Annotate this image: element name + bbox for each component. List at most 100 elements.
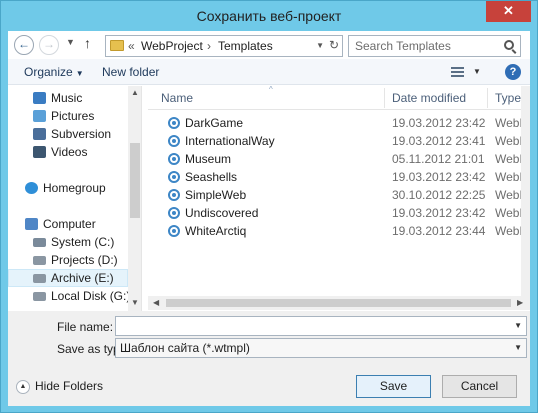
file-row[interactable]: WhiteArctiq 19.03.2012 23:44 WebProje — [148, 222, 530, 240]
column-header-date[interactable]: Date modified — [392, 91, 466, 105]
search-input[interactable] — [355, 38, 495, 54]
file-list-horizontal-scrollbar[interactable]: ◀ ▶ — [148, 296, 530, 310]
scroll-left-icon[interactable]: ◀ — [153, 298, 159, 307]
hide-folders-button[interactable]: ▲ Hide Folders — [16, 379, 103, 394]
file-date: 19.03.2012 23:42 — [392, 116, 486, 130]
file-name: DarkGame — [185, 116, 244, 130]
column-divider[interactable] — [487, 88, 488, 108]
sidebar-item-label: Local Disk (G:) — [51, 289, 131, 303]
sidebar-item-label: Music — [51, 91, 83, 105]
file-list-vertical-scrollbar[interactable] — [521, 86, 530, 296]
file-date: 05.11.2012 21:01 — [392, 152, 485, 166]
address-history-icon[interactable]: ▼ — [316, 41, 324, 50]
sidebar-item-local-disk-g[interactable]: Local Disk (G:) — [8, 287, 131, 305]
sidebar-item-music[interactable]: Music — [8, 89, 128, 107]
column-header-type[interactable]: Type — [495, 91, 521, 105]
music-icon — [33, 92, 46, 104]
scroll-down-icon[interactable]: ▼ — [131, 298, 139, 307]
save-as-type-label: Save as type: — [57, 342, 130, 356]
save-as-type-value: Шаблон сайта (*.wtmpl) — [120, 341, 250, 355]
chevron-down-icon[interactable]: ▼ — [514, 343, 522, 352]
cancel-button[interactable]: Cancel — [442, 375, 517, 398]
hide-folders-label: Hide Folders — [35, 379, 104, 393]
breadcrumb-overflow-icon[interactable]: « — [128, 39, 135, 53]
scrollbar-thumb[interactable] — [166, 299, 511, 307]
sidebar-item-label: Homegroup — [43, 181, 106, 195]
sidebar-item-label: Pictures — [51, 109, 95, 123]
scroll-right-icon[interactable]: ▶ — [517, 298, 523, 307]
drive-icon — [33, 274, 46, 283]
sidebar-item-archive-e[interactable]: Archive (E:) — [8, 269, 128, 287]
navigation-scrollbar[interactable]: ▲ ▼ — [128, 86, 141, 311]
new-folder-button[interactable]: New folder — [102, 65, 159, 79]
help-icon[interactable]: ? — [505, 64, 521, 80]
file-row[interactable]: Undiscovered 19.03.2012 23:42 WebProje — [148, 204, 530, 222]
sidebar-item-computer[interactable]: Computer — [8, 215, 128, 233]
search-box[interactable] — [348, 35, 521, 57]
refresh-icon[interactable]: ↻ — [329, 38, 339, 52]
change-view-icon[interactable] — [451, 67, 464, 77]
back-button[interactable]: ← — [14, 35, 34, 55]
file-name: InternationalWay — [185, 134, 275, 148]
file-date: 19.03.2012 23:44 — [392, 224, 486, 238]
chevron-up-icon: ▲ — [16, 379, 30, 394]
file-row[interactable]: Seashells 19.03.2012 23:42 WebProje — [148, 168, 530, 186]
folder-icon — [110, 40, 124, 51]
file-name: WhiteArctiq — [185, 224, 247, 238]
column-header-name[interactable]: Name — [161, 91, 193, 105]
file-list: ^ Name Date modified Type DarkGame 19.03… — [148, 86, 530, 311]
sidebar-item-system-c[interactable]: System (C:) — [8, 233, 128, 251]
up-folder-icon[interactable]: ↑ — [84, 35, 91, 51]
file-row[interactable]: Museum 05.11.2012 21:01 WebProje — [148, 150, 530, 168]
file-row[interactable]: DarkGame 19.03.2012 23:42 WebProje — [148, 114, 530, 132]
file-name: Museum — [185, 152, 232, 166]
web-project-icon — [168, 117, 180, 129]
pictures-icon — [33, 110, 46, 122]
drive-icon — [33, 256, 46, 265]
scrollbar-thumb[interactable] — [130, 143, 140, 218]
breadcrumb-templates[interactable]: Templates — [218, 39, 273, 53]
save-as-type-select[interactable]: Шаблон сайта (*.wtmpl) ▼ — [115, 338, 527, 358]
file-row[interactable]: InternationalWay 19.03.2012 23:41 WebPro… — [148, 132, 530, 150]
sidebar-item-pictures[interactable]: Pictures — [8, 107, 128, 125]
drive-icon — [33, 238, 46, 247]
recent-locations-icon[interactable]: ▼ — [66, 37, 75, 47]
dialog-window: Сохранить веб-проект ✕ ← → ▼ ↑ « WebProj… — [0, 0, 538, 413]
breadcrumb-webproject[interactable]: WebProject — [141, 39, 203, 53]
sort-ascending-icon: ^ — [269, 86, 273, 94]
sidebar-item-videos[interactable]: Videos — [8, 143, 128, 161]
navigation-pane: Music Pictures Subversion Videos Homegro… — [8, 86, 142, 311]
save-form: File name: ▼ Save as type: Шаблон сайта … — [8, 311, 530, 406]
view-options-icon[interactable]: ▼ — [473, 67, 481, 76]
sidebar-item-subversion[interactable]: Subversion — [8, 125, 128, 143]
address-bar[interactable]: « WebProject › Templates ▼ ↻ — [105, 35, 343, 57]
sidebar-item-homegroup[interactable]: Homegroup — [8, 179, 128, 197]
sidebar-item-label: System (C:) — [51, 235, 115, 249]
scroll-up-icon[interactable]: ▲ — [131, 88, 139, 97]
organize-button[interactable]: Organize ▼ — [24, 65, 84, 79]
chevron-down-icon[interactable]: ▼ — [514, 321, 522, 330]
web-project-icon — [168, 135, 180, 147]
file-row[interactable]: SimpleWeb 30.10.2012 22:25 WebProje — [148, 186, 530, 204]
file-name: SimpleWeb — [185, 188, 247, 202]
column-divider[interactable] — [384, 88, 385, 108]
file-name: Undiscovered — [185, 206, 259, 220]
forward-button[interactable]: → — [39, 35, 59, 55]
sidebar-item-projects-d[interactable]: Projects (D:) — [8, 251, 128, 269]
save-button[interactable]: Save — [356, 375, 431, 398]
web-project-icon — [168, 225, 180, 237]
sidebar-item-label: Videos — [51, 145, 88, 159]
file-date: 19.03.2012 23:42 — [392, 206, 486, 220]
close-button[interactable]: ✕ — [486, 1, 531, 22]
file-name-field[interactable]: ▼ — [115, 316, 527, 336]
title-bar[interactable]: Сохранить веб-проект ✕ — [1, 1, 537, 31]
file-date: 19.03.2012 23:41 — [392, 134, 486, 148]
web-project-icon — [168, 153, 180, 165]
dialog-client: ← → ▼ ↑ « WebProject › Templates ▼ ↻ Org… — [8, 31, 530, 406]
web-project-icon — [168, 171, 180, 183]
drive-icon — [33, 292, 46, 301]
search-icon[interactable] — [504, 40, 514, 50]
subversion-icon — [33, 128, 46, 140]
breadcrumb-separator-icon[interactable]: › — [207, 39, 211, 53]
file-date: 19.03.2012 23:42 — [392, 170, 486, 184]
